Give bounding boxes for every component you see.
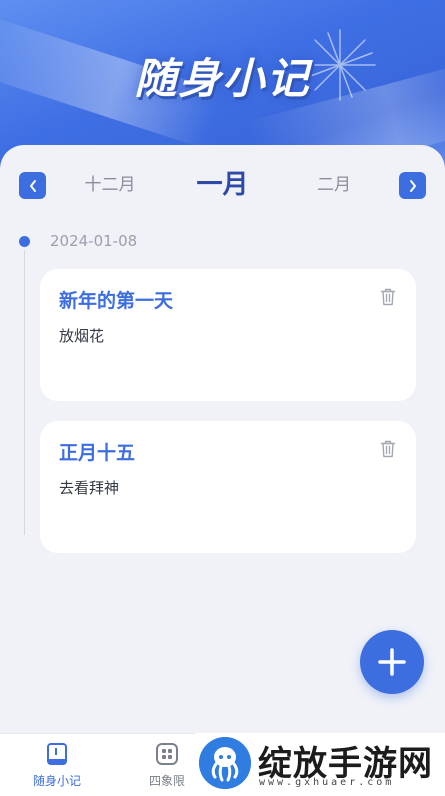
tab-label: 随身小记 (32, 774, 81, 788)
timeline-line (24, 250, 25, 535)
octopus-logo-icon (199, 737, 251, 789)
prev-month-label[interactable]: 十二月 (70, 165, 150, 205)
prev-month-button[interactable] (19, 172, 46, 199)
add-note-button[interactable] (360, 630, 424, 694)
note-title: 正月十五 (59, 442, 136, 464)
timeline-dot (19, 236, 30, 247)
note-card[interactable]: 正月十五 去看拜神 (40, 421, 416, 553)
next-month-label[interactable]: 二月 (294, 165, 374, 205)
timeline-date: 2024-01-08 (50, 232, 138, 250)
chevron-right-icon (409, 179, 416, 192)
current-month-label: 一月 (196, 170, 249, 200)
next-month-button[interactable] (399, 172, 426, 199)
note-card[interactable]: 新年的第一天 放烟花 (40, 269, 416, 401)
watermark-url: www.gxhuaer.com (259, 777, 395, 788)
watermark: 绽放手游网 www.gxhuaer.com (195, 733, 445, 795)
tab-notes[interactable]: 随身小记 (12, 734, 102, 796)
chevron-left-icon (29, 179, 36, 192)
note-body: 去看拜神 (59, 479, 120, 497)
quadrant-icon (156, 743, 178, 765)
plus-icon (378, 648, 406, 676)
trash-icon[interactable] (380, 288, 396, 306)
month-navigator: 十二月 一月 二月 (0, 165, 445, 205)
note-body: 放烟花 (59, 327, 105, 345)
notebook-icon (47, 743, 67, 765)
note-title: 新年的第一天 (59, 290, 174, 312)
app-title: 随身小记 (134, 54, 311, 103)
trash-icon[interactable] (380, 440, 396, 458)
